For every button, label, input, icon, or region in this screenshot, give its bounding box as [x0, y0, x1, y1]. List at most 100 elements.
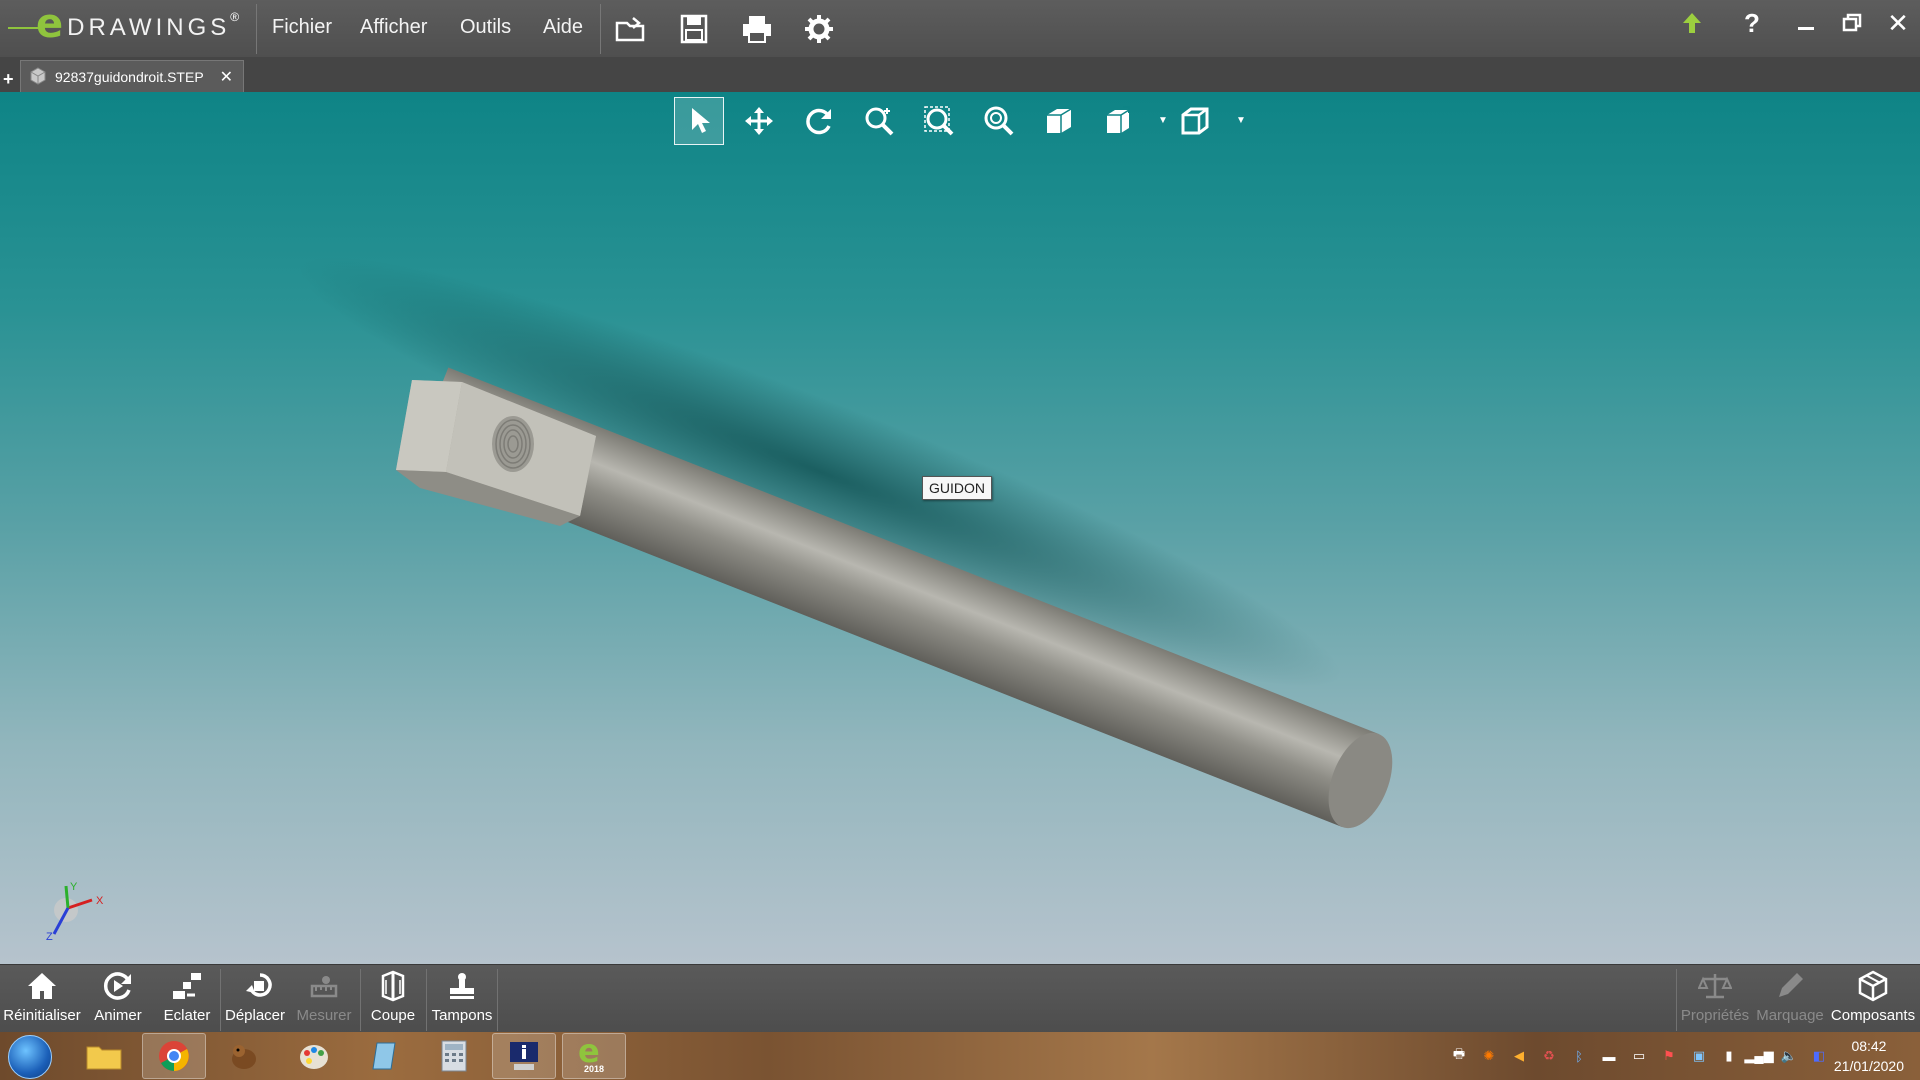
markup-button[interactable]: Marquage: [1756, 965, 1824, 1033]
section-button[interactable]: Coupe: [364, 965, 422, 1033]
move-component-button[interactable]: Déplacer: [224, 965, 286, 1033]
threaded-hole: [492, 416, 534, 472]
network-status-icon[interactable]: ▣: [1688, 1046, 1710, 1066]
bottom-command-bar: Réinitialiser Animer Eclater Déplacer Me…: [0, 964, 1920, 1033]
section-label: Coupe: [370, 1007, 416, 1024]
explode-icon: [171, 965, 203, 1007]
minimize-button[interactable]: [1786, 6, 1826, 40]
coordinate-triad: X Y Z: [46, 882, 104, 942]
taskbar-notepad[interactable]: [352, 1033, 416, 1079]
volume-tray-icon[interactable]: 🔈: [1778, 1046, 1800, 1066]
move-component-icon: [238, 965, 272, 1007]
printer-tray-icon[interactable]: 🖶: [1448, 1046, 1470, 1066]
signal-tray-icon[interactable]: ▂▄▆: [1744, 1046, 1773, 1066]
speaker-tray-icon[interactable]: ◀: [1508, 1046, 1530, 1066]
separator: [497, 969, 498, 1031]
dog-app-icon: [232, 1045, 256, 1069]
animate-icon: [101, 965, 135, 1007]
new-tab-button[interactable]: +: [3, 69, 14, 90]
measure-button[interactable]: Mesurer: [292, 965, 356, 1033]
save-icon[interactable]: [675, 10, 713, 48]
drive-tray-icon[interactable]: ▬: [1598, 1046, 1620, 1066]
properties-button[interactable]: Propriétés: [1680, 965, 1750, 1033]
taskbar-info-app[interactable]: [492, 1033, 556, 1079]
part-file-icon: [29, 66, 47, 88]
animate-label: Animer: [94, 1007, 142, 1024]
upgrade-arrow-icon[interactable]: [1672, 6, 1712, 40]
avast-tray-icon[interactable]: ✺: [1478, 1046, 1500, 1066]
print-icon[interactable]: [738, 10, 776, 48]
measure-label: Mesurer: [296, 1007, 352, 1024]
logo-wordmark: DRAWINGS: [67, 14, 231, 41]
triad-x-label: X: [96, 895, 104, 907]
explode-label: Eclater: [163, 1007, 211, 1024]
markup-label: Marquage: [1756, 1007, 1824, 1024]
separator: [360, 969, 361, 1031]
markup-pencil-icon: [1775, 965, 1805, 1007]
logo-dash: [8, 27, 38, 29]
stamps-label: Tampons: [431, 1007, 493, 1024]
info-app-icon: [510, 1042, 538, 1070]
system-tray: 🖶 ✺ ◀ ♻ ᛒ ▬ ▭ ⚑ ▣ ▮ ▂▄▆ 🔈 ◧: [1448, 1046, 1830, 1066]
title-bar: e DRAWINGS ® Fichier Afficher Outils Aid…: [0, 0, 1920, 58]
home-icon: [26, 965, 58, 1007]
properties-scale-icon: [1698, 965, 1732, 1007]
reset-label: Réinitialiser: [3, 1007, 81, 1024]
minimize-icon: [1798, 27, 1814, 30]
document-tab[interactable]: 92837guidondroit.STEP ✕: [20, 60, 244, 93]
taskbar-edrawings[interactable]: e 2018: [562, 1032, 626, 1079]
close-tab-button[interactable]: ✕: [220, 67, 233, 87]
explode-button[interactable]: Eclater: [158, 965, 216, 1033]
edrawings-version-badge: 2018: [584, 1064, 605, 1074]
move-component-label: Déplacer: [224, 1007, 286, 1024]
edrawings-logo: e DRAWINGS ®: [8, 4, 239, 52]
menu-outils[interactable]: Outils: [460, 16, 511, 39]
properties-label: Propriétés: [1680, 1007, 1750, 1024]
menu-aide[interactable]: Aide: [543, 16, 583, 39]
restore-icon: [1842, 13, 1862, 32]
triad-y-label: Y: [70, 882, 78, 893]
taskbar-paint[interactable]: [282, 1033, 346, 1079]
paint-palette-icon: [300, 1045, 328, 1069]
sync-tray-icon[interactable]: ♻: [1538, 1046, 1560, 1066]
component-tooltip-label: GUIDON: [922, 476, 992, 500]
restore-button[interactable]: [1832, 6, 1872, 40]
stamp-icon: [446, 965, 478, 1007]
logo-e-letter: e: [36, 1, 64, 47]
section-icon: [377, 965, 409, 1007]
calculator-icon: [441, 1040, 467, 1072]
system-clock[interactable]: 08:42 21/01/2020: [1834, 1036, 1904, 1076]
menu-fichier[interactable]: Fichier: [272, 16, 332, 39]
folder-icon: [86, 1046, 122, 1070]
menu-afficher[interactable]: Afficher: [360, 16, 427, 39]
stamps-button[interactable]: Tampons: [430, 965, 494, 1033]
taskbar-paint-dog[interactable]: [212, 1033, 276, 1079]
display-tray-icon[interactable]: ▭: [1628, 1046, 1650, 1066]
components-icon: [1856, 965, 1890, 1007]
measure-icon: [308, 965, 340, 1007]
logo-registered-mark: ®: [230, 10, 240, 24]
bluetooth-tray-icon[interactable]: ᛒ: [1568, 1046, 1590, 1066]
action-center-flag-icon[interactable]: ⚑: [1658, 1046, 1680, 1066]
language-tray-icon[interactable]: ◧: [1808, 1046, 1830, 1066]
separator: [220, 969, 221, 1031]
battery-tray-icon[interactable]: ▮: [1718, 1046, 1740, 1066]
model-graphics[interactable]: [0, 92, 1920, 964]
windows-taskbar: e 2018 🖶 ✺ ◀ ♻ ᛒ ▬ ▭ ⚑ ▣ ▮ ▂▄▆ 🔈 ◧ 08:42…: [0, 1032, 1920, 1080]
close-button[interactable]: ✕: [1878, 6, 1918, 40]
settings-gear-icon[interactable]: [800, 10, 838, 48]
taskbar-calculator[interactable]: [422, 1033, 486, 1079]
taskbar-explorer[interactable]: [72, 1033, 136, 1079]
components-button[interactable]: Composants: [1830, 965, 1916, 1033]
3d-viewport[interactable]: ▼ ▼ GUIDON X Y Z: [0, 92, 1920, 964]
start-button[interactable]: [8, 1035, 52, 1079]
reset-button[interactable]: Réinitialiser: [3, 965, 81, 1033]
open-folder-icon[interactable]: [612, 10, 650, 48]
document-tab-bar: + 92837guidondroit.STEP ✕: [0, 57, 1920, 93]
components-label: Composants: [1830, 1007, 1916, 1024]
triad-z-label: Z: [46, 931, 53, 942]
clock-time: 08:42: [1851, 1038, 1887, 1054]
animate-button[interactable]: Animer: [88, 965, 148, 1033]
taskbar-chrome[interactable]: [142, 1033, 206, 1079]
help-button[interactable]: ?: [1732, 6, 1772, 40]
